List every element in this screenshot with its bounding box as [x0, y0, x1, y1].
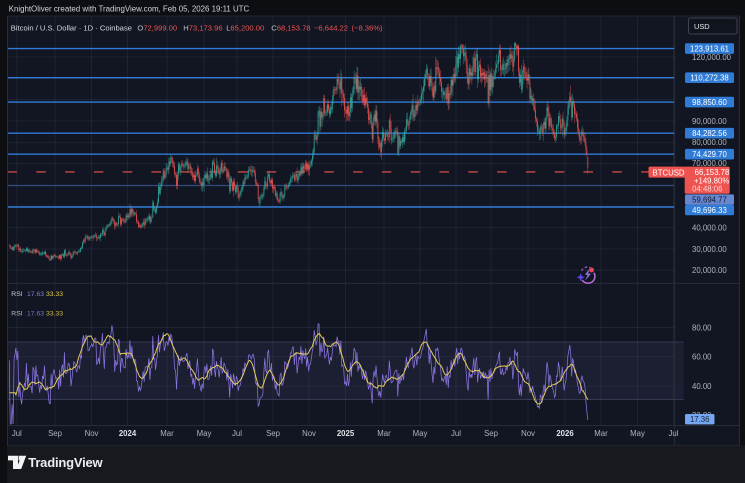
svg-text:59,694.77: 59,694.77 — [692, 196, 727, 205]
svg-text:Jul: Jul — [451, 429, 461, 438]
svg-text:USD: USD — [694, 22, 710, 31]
svg-text:90,000.00: 90,000.00 — [692, 117, 727, 126]
svg-text:Mar: Mar — [377, 429, 391, 438]
svg-text:20,000.00: 20,000.00 — [692, 266, 727, 275]
svg-text:RSI17.6333.33: RSI 17.63 33.33 — [11, 310, 63, 317]
svg-text:2024: 2024 — [119, 429, 137, 438]
svg-text:Jul: Jul — [669, 429, 679, 438]
svg-text:Mar: Mar — [160, 429, 174, 438]
svg-text:May: May — [197, 429, 212, 438]
svg-text:Nov: Nov — [85, 429, 99, 438]
svg-text:Nov: Nov — [521, 429, 535, 438]
svg-text:Sep: Sep — [48, 429, 63, 438]
svg-text:BTCUSD: BTCUSD — [653, 168, 685, 177]
svg-text:May: May — [413, 429, 428, 438]
svg-text:40.00: 40.00 — [692, 382, 712, 391]
svg-text:Jul: Jul — [232, 429, 242, 438]
svg-text:74,429.70: 74,429.70 — [692, 150, 727, 159]
svg-text:84,282.56: 84,282.56 — [692, 129, 727, 138]
svg-text:40,000.00: 40,000.00 — [692, 224, 727, 233]
svg-text:May: May — [630, 429, 645, 438]
svg-text:Bitcoin / U.S. Dollar · 1D · C: Bitcoin / U.S. Dollar · 1D · Coinbase O72… — [11, 23, 383, 32]
svg-text:49,696.33: 49,696.33 — [692, 206, 727, 215]
svg-text:123,913.61: 123,913.61 — [690, 44, 729, 53]
svg-text:Sep: Sep — [266, 429, 281, 438]
svg-text:2026: 2026 — [556, 429, 574, 438]
svg-text:04:48:06: 04:48:06 — [692, 185, 722, 194]
svg-text:80,000.00: 80,000.00 — [692, 138, 727, 147]
svg-text:RSI17.6333.33: RSI 17.63 33.33 — [11, 291, 63, 298]
svg-text:KnightOliver created with Trad: KnightOliver created with TradingView.co… — [9, 5, 250, 14]
svg-text:98,850.60: 98,850.60 — [692, 98, 727, 107]
svg-text:110,272.38: 110,272.38 — [690, 74, 728, 83]
svg-text:60.00: 60.00 — [692, 353, 712, 362]
svg-text:Sep: Sep — [484, 429, 499, 438]
svg-text:2025: 2025 — [337, 429, 355, 438]
svg-text:80.00: 80.00 — [692, 323, 712, 332]
svg-text:Mar: Mar — [594, 429, 608, 438]
svg-text:Nov: Nov — [302, 429, 316, 438]
svg-text:120,000.00: 120,000.00 — [692, 53, 732, 62]
svg-text:Jul: Jul — [12, 429, 22, 438]
svg-text:30,000.00: 30,000.00 — [692, 245, 727, 254]
svg-text:TradingView: TradingView — [28, 455, 103, 470]
svg-text:17.36: 17.36 — [690, 415, 710, 424]
